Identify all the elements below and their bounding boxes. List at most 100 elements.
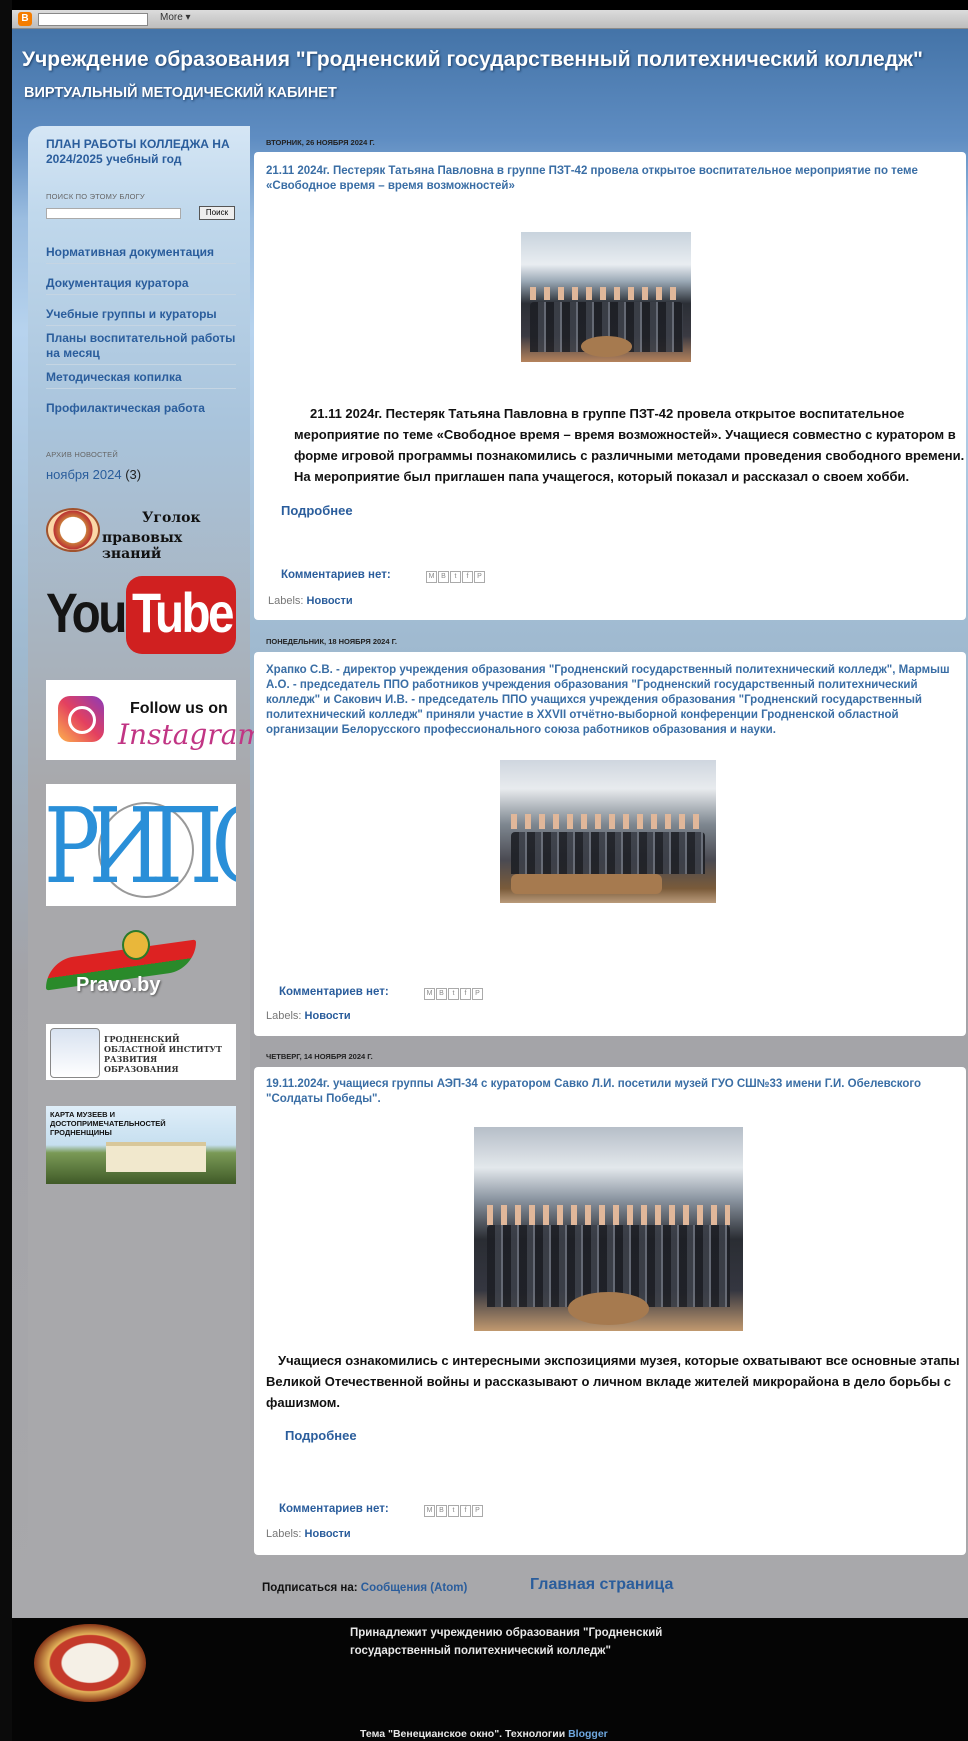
facebook-share-icon[interactable]: f bbox=[460, 988, 471, 1000]
theme-prefix: Тема "Венецианское окно". Технологии bbox=[360, 1728, 566, 1740]
labels-prefix: Labels: bbox=[266, 1010, 302, 1022]
comments-link[interactable]: Комментариев нет: bbox=[279, 1503, 389, 1515]
search-label: ПОИСК ПО ЭТОМУ БЛОГУ bbox=[46, 192, 145, 201]
share-buttons: MBtfP bbox=[426, 571, 486, 583]
navbar-search-input[interactable] bbox=[38, 13, 148, 26]
post-title[interactable]: Храпко С.В. - директор учреждения образо… bbox=[266, 663, 964, 738]
instagram-icon bbox=[58, 696, 104, 742]
blog-title[interactable]: Учреждение образования "Гродненский госу… bbox=[22, 48, 923, 72]
label-link[interactable]: Новости bbox=[307, 595, 353, 607]
post-date: ЧЕТВЕРГ, 14 НОЯБРЯ 2024 Г. bbox=[266, 1052, 373, 1061]
read-more-link[interactable]: Подробнее bbox=[285, 1428, 357, 1443]
label-link[interactable]: Новости bbox=[305, 1010, 351, 1022]
blog-share-icon[interactable]: B bbox=[438, 571, 449, 583]
youtube-banner[interactable]: You Tube bbox=[46, 572, 236, 654]
left-border bbox=[0, 0, 12, 1741]
grodno-institute-text: ГРОДНЕНСКИЙ ОБЛАСТНОЙ ИНСТИТУТ РАЗВИТИЯ … bbox=[104, 1034, 222, 1074]
pinterest-share-icon[interactable]: P bbox=[472, 988, 483, 1000]
post-labels: Labels: Новости bbox=[266, 1010, 351, 1022]
comments-link[interactable]: Комментариев нет: bbox=[279, 986, 389, 998]
museum-map-banner[interactable]: КАРТА МУЗЕЕВ И ДОСТОПРИМЕЧАТЕЛЬНОСТЕЙ ГР… bbox=[46, 1106, 236, 1184]
post-labels: Labels: Новости bbox=[268, 595, 353, 607]
ripo-banner[interactable]: РИПО bbox=[46, 784, 236, 906]
photo-table bbox=[568, 1292, 649, 1325]
photo-people-heads bbox=[529, 286, 683, 300]
twitter-share-icon[interactable]: t bbox=[450, 571, 461, 583]
pinterest-share-icon[interactable]: P bbox=[474, 571, 485, 583]
photo-people bbox=[510, 831, 706, 875]
subscribe-label: Подписаться на: bbox=[262, 1582, 358, 1594]
footer-theme-text: Тема "Венецианское окно". Технологии Blo… bbox=[360, 1728, 608, 1740]
institute-emblem-icon bbox=[50, 1028, 100, 1078]
sidebar-link-normative[interactable]: Нормативная документация bbox=[46, 245, 236, 264]
youtube-tube-text: Tube bbox=[132, 581, 235, 644]
photo-table bbox=[510, 874, 662, 895]
archive-count: (3) bbox=[125, 467, 142, 482]
photo-table bbox=[580, 336, 632, 357]
footer-owner-text: Принадлежит учреждению образования "Грод… bbox=[350, 1627, 663, 1657]
email-share-icon[interactable]: M bbox=[424, 1505, 435, 1517]
college-emblem-icon bbox=[34, 1624, 146, 1702]
instagram-banner[interactable]: Follow us on Instagram bbox=[46, 680, 264, 760]
post-photo[interactable] bbox=[500, 760, 716, 903]
ripo-logo-text: РИПО bbox=[46, 785, 236, 906]
sidebar-link-curator-docs[interactable]: Документация куратора bbox=[46, 276, 236, 295]
share-buttons: MBtfP bbox=[424, 988, 484, 1000]
ugolok-line1: Уголок bbox=[142, 510, 201, 526]
instagram-name-text: Instagram bbox=[118, 718, 264, 751]
twitter-share-icon[interactable]: t bbox=[448, 988, 459, 1000]
labels-prefix: Labels: bbox=[268, 595, 304, 607]
subscribe-line: Подписаться на: Сообщения (Atom) bbox=[262, 1582, 467, 1594]
college-emblem-icon bbox=[46, 508, 100, 552]
pravo-banner[interactable]: Pravo.by bbox=[46, 930, 196, 1002]
subscribe-atom-link[interactable]: Сообщения (Atom) bbox=[361, 1582, 468, 1594]
youtube-you-text: You bbox=[46, 581, 127, 644]
blog-share-icon[interactable]: B bbox=[436, 1505, 447, 1517]
labels-prefix: Labels: bbox=[266, 1528, 302, 1540]
museum-map-text: КАРТА МУЗЕЕВ И ДОСТОПРИМЕЧАТЕЛЬНОСТЕЙ ГР… bbox=[50, 1110, 166, 1137]
email-share-icon[interactable]: M bbox=[424, 988, 435, 1000]
ugolok-banner[interactable]: Уголок правовых знаний bbox=[46, 508, 236, 562]
belarus-emblem-icon bbox=[122, 930, 150, 960]
post-photo[interactable] bbox=[474, 1127, 743, 1331]
label-link[interactable]: Новости bbox=[305, 1528, 351, 1540]
pinterest-share-icon[interactable]: P bbox=[472, 1505, 483, 1517]
blog-search-input[interactable] bbox=[46, 208, 181, 219]
navbar-more-menu[interactable]: More ▾ bbox=[160, 12, 191, 23]
grodno-institute-banner[interactable]: ГРОДНЕНСКИЙ ОБЛАСТНОЙ ИНСТИТУТ РАЗВИТИЯ … bbox=[46, 1024, 236, 1080]
post-date: ПОНЕДЕЛЬНИК, 18 НОЯБРЯ 2024 Г. bbox=[266, 637, 398, 646]
photo-people-heads bbox=[510, 814, 706, 829]
share-buttons: MBtfP bbox=[424, 1505, 484, 1517]
sidebar-link-methodical[interactable]: Методическая копилка bbox=[46, 370, 236, 389]
home-page-link[interactable]: Главная страница bbox=[530, 1576, 673, 1594]
post-card bbox=[254, 152, 966, 620]
twitter-share-icon[interactable]: t bbox=[448, 1505, 459, 1517]
facebook-share-icon[interactable]: f bbox=[460, 1505, 471, 1517]
blog-share-icon[interactable]: B bbox=[436, 988, 447, 1000]
post-body: 21.11 2024г. Пестеряк Татьяна Павловна в… bbox=[294, 406, 965, 484]
comments-link[interactable]: Комментариев нет: bbox=[281, 569, 391, 581]
facebook-share-icon[interactable]: f bbox=[462, 571, 473, 583]
read-more-link[interactable]: Подробнее bbox=[281, 503, 353, 518]
post-title[interactable]: 19.11.2024г. учащиеся группы АЭП-34 с ку… bbox=[266, 1077, 964, 1107]
blog-subtitle: ВИРТУАЛЬНЫЙ МЕТОДИЧЕСКИЙ КАБИНЕТ bbox=[24, 85, 337, 101]
instagram-follow-text: Follow us on bbox=[130, 700, 228, 717]
blog-search-button[interactable]: Поиск bbox=[199, 206, 235, 220]
sidebar-link-prevention[interactable]: Профилактическая работа bbox=[46, 401, 236, 419]
archive-month-link[interactable]: ноября 2024 bbox=[46, 467, 122, 482]
blogger-logo-icon[interactable]: B bbox=[18, 12, 32, 26]
archive-item: ноября 2024 (3) bbox=[46, 467, 141, 482]
palace-image bbox=[106, 1142, 206, 1172]
blogger-link[interactable]: Blogger bbox=[568, 1728, 608, 1740]
post-title[interactable]: 21.11 2024г. Пестеряк Татьяна Павловна в… bbox=[266, 164, 950, 194]
post-body: Учащиеся ознакомились с интересными эксп… bbox=[266, 1353, 960, 1410]
page: B More ▾ Учреждение образования "Гроднен… bbox=[0, 0, 968, 1741]
archive-label: АРХИВ НОВОСТЕЙ bbox=[46, 450, 118, 459]
sidebar-link-plans[interactable]: Планы воспитательной работы на месяц bbox=[46, 331, 236, 365]
ugolok-line2: правовых знаний bbox=[102, 530, 183, 562]
sidebar-link-groups[interactable]: Учебные группы и кураторы bbox=[46, 307, 236, 326]
email-share-icon[interactable]: M bbox=[426, 571, 437, 583]
sidebar-plan-link[interactable]: ПЛАН РАБОТЫ КОЛЛЕДЖА НА 2024/2025 учебны… bbox=[46, 137, 236, 167]
photo-people-heads bbox=[487, 1204, 730, 1225]
post-photo[interactable] bbox=[521, 232, 691, 362]
